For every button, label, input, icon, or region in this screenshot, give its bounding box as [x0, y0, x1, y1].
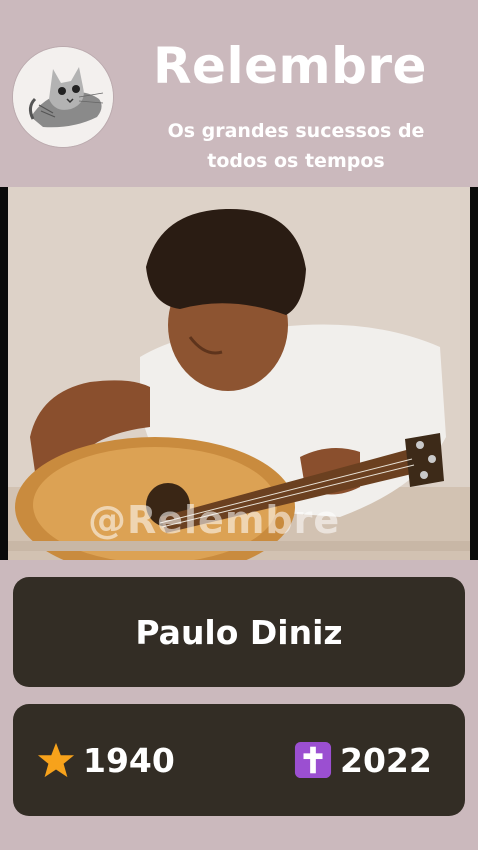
star-icon — [37, 742, 75, 778]
avatar[interactable] — [13, 47, 113, 147]
death-date: 2022 — [294, 740, 432, 780]
app-subtitle: Os grandes sucessos de todos os tempos — [167, 120, 425, 172]
birth-year: 1940 — [83, 740, 175, 780]
cat-logo-icon — [13, 47, 113, 147]
dates-card: 1940 2022 — [13, 704, 465, 816]
artist-name: Paulo Diniz — [135, 612, 343, 652]
death-year: 2022 — [340, 740, 432, 780]
watermark: @Relembre — [88, 498, 341, 542]
cross-icon — [294, 741, 332, 779]
header: Relembre Os grandes sucessos de todos os… — [0, 0, 478, 187]
birth-date: 1940 — [37, 740, 175, 780]
app-title: Relembre — [153, 37, 427, 95]
artist-name-card: Paulo Diniz — [13, 577, 465, 687]
